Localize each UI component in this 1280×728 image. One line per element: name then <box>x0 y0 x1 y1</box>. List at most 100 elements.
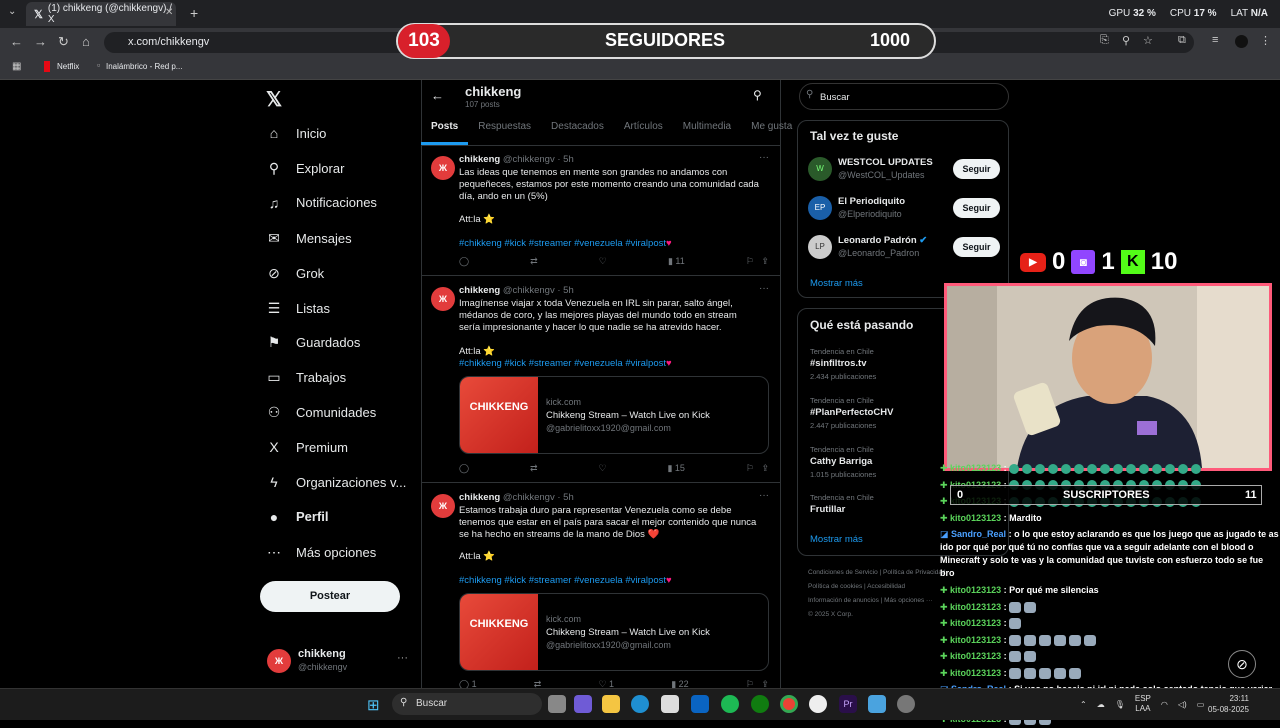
suggestion-avatar[interactable]: EP <box>808 196 832 220</box>
chat-username[interactable]: kito0123123 <box>950 635 1001 645</box>
tab-posts[interactable]: Posts <box>421 118 469 145</box>
chat-username[interactable]: kito0123123 <box>950 513 1001 523</box>
repost-icon[interactable]: ⇄ <box>530 256 538 267</box>
sidebar-item-people[interactable]: ⚇ Comunidades <box>266 404 377 421</box>
follow-button[interactable]: Seguir <box>953 237 1000 257</box>
footer-link[interactable]: Más opciones ··· <box>884 597 932 604</box>
trend-name[interactable]: #sinfiltros.tv <box>810 358 876 369</box>
settings-icon[interactable] <box>897 695 915 713</box>
file-explorer-icon[interactable] <box>602 695 620 713</box>
spotify-icon[interactable] <box>721 695 739 713</box>
mic-icon[interactable]: 🎙 <box>1115 700 1125 709</box>
post-button[interactable]: Postear <box>260 581 400 612</box>
chat-username[interactable]: kito0123123 <box>950 618 1001 628</box>
suggestion-name[interactable]: WESTCOL UPDATES <box>838 157 933 168</box>
photos-icon[interactable] <box>868 695 886 713</box>
volume-icon[interactable]: ◁) <box>1178 700 1187 709</box>
sidebar-item-x-premium[interactable]: X Premium <box>266 439 348 455</box>
account-menu-icon[interactable]: ··· <box>397 652 408 664</box>
store-icon[interactable] <box>661 695 679 713</box>
profile-avatar[interactable] <box>1235 35 1248 48</box>
browser-tab[interactable]: 𝕏 (1) chikkeng (@chikkengv) / X <box>26 2 176 26</box>
post-author[interactable]: chikkeng <box>459 154 500 165</box>
views-stat[interactable]: ▮ 11 <box>668 256 685 267</box>
post-hashtags[interactable]: #chikkeng #kick #streamer #venezuela #vi… <box>459 238 672 249</box>
post-more-icon[interactable]: ··· <box>759 490 769 501</box>
x-logo-icon[interactable]: 𝕏 <box>266 87 282 112</box>
taskbar-search-input[interactable]: Buscar <box>392 693 542 715</box>
edge-icon[interactable] <box>631 695 649 713</box>
post-avatar[interactable]: Ж <box>431 156 455 180</box>
tab-list-chevron-icon[interactable]: ⌄ <box>8 6 16 17</box>
sidebar-item-grok[interactable]: ⊘ Grok <box>266 265 324 282</box>
share-icon[interactable]: ⇪ <box>761 256 769 266</box>
suggestion-avatar[interactable]: W <box>808 157 832 181</box>
battery-icon[interactable]: ▭ <box>1197 700 1205 709</box>
post-author[interactable]: chikkeng <box>459 492 500 503</box>
sidebar-item-bell[interactable]: ♫ Notificaciones <box>266 195 377 211</box>
trend-item[interactable]: Tendencia en Chile #sinfiltros.tv 2.434 … <box>810 347 876 381</box>
post[interactable]: Ж chikkeng @chikkengv · 5h ··· Estamos t… <box>421 484 781 689</box>
suggestion-item[interactable]: EP El Periodiquito @Elperiodiquito Segui… <box>808 194 1000 224</box>
outlook-icon[interactable] <box>691 695 709 713</box>
sidebar-item-mail[interactable]: ✉ Mensajes <box>266 230 352 247</box>
windows-start-icon[interactable]: ⊞ <box>367 696 380 714</box>
home-browser-icon[interactable]: ⌂ <box>82 34 90 49</box>
account-name[interactable]: chikkeng <box>298 648 346 660</box>
forward-icon[interactable]: → <box>34 34 47 49</box>
hashtags-text[interactable]: #chikkeng #kick #streamer #venezuela #vi… <box>459 238 666 249</box>
like-icon[interactable]: ♡ <box>598 463 606 474</box>
post-avatar[interactable]: Ж <box>431 287 455 311</box>
onedrive-icon[interactable]: ☁ <box>1097 700 1105 709</box>
chat-username[interactable]: kito0123123 <box>950 651 1001 661</box>
apps-grid-icon[interactable]: ▦ <box>12 61 21 72</box>
sidebar-item-profile[interactable]: ● Perfil <box>266 509 329 525</box>
sidebar-item-list[interactable]: ☰ Listas <box>266 300 330 317</box>
post-author[interactable]: chikkeng <box>459 285 500 296</box>
trend-name[interactable]: #PlanPerfectoCHV <box>810 407 893 418</box>
chat-toggle-icon[interactable]: ⊘ <box>1228 650 1256 678</box>
like-icon[interactable]: ♡ <box>599 256 607 267</box>
xbox-icon[interactable] <box>751 695 769 713</box>
language-indicator[interactable]: ESP LAA <box>1135 694 1151 714</box>
sidebar-item-home[interactable]: ⌂ Inicio <box>266 125 327 141</box>
footer-link[interactable]: Política de Privacidad <box>883 569 946 576</box>
tab-multimedia[interactable]: Multimedia <box>673 118 741 145</box>
menu-dots-icon[interactable]: ⋮ <box>1260 34 1271 47</box>
tab-respuestas[interactable]: Respuestas <box>468 118 541 145</box>
bookmark-netflix[interactable]: Netflix <box>57 62 79 71</box>
post[interactable]: Ж chikkeng @chikkengv · 5h ··· Las ideas… <box>421 146 781 276</box>
copilot-icon[interactable] <box>574 695 592 713</box>
install-icon[interactable]: ⎘ <box>1100 34 1109 47</box>
chat-username[interactable]: kito0123123 <box>950 463 1001 473</box>
reading-list-icon[interactable]: ≡ <box>1212 34 1218 46</box>
hashtags-text[interactable]: #chikkeng #kick #streamer #venezuela #vi… <box>459 575 666 586</box>
post[interactable]: Ж chikkeng @chikkengv · 5h ··· Imagínens… <box>421 277 781 483</box>
post-more-icon[interactable]: ··· <box>759 152 769 163</box>
link-card[interactable]: CHIKKENG kick.com Chikkeng Stream – Watc… <box>459 593 769 671</box>
share-icon[interactable]: ⇪ <box>761 463 769 473</box>
sidebar-item-bookmark[interactable]: ⚑ Guardados <box>266 334 361 351</box>
extensions-icon[interactable]: ⧉ <box>1178 34 1186 47</box>
repost-icon[interactable]: ⇄ <box>530 463 538 474</box>
sidebar-item-bolt[interactable]: ϟ Organizaciones v... <box>266 474 406 490</box>
footer-link[interactable]: Accesibilidad <box>867 583 905 590</box>
sidebar-item-briefcase[interactable]: ▭ Trabajos <box>266 369 346 386</box>
suggestion-item[interactable]: LP Leonardo Padrón ✔ @Leonardo_Padron Se… <box>808 233 1000 263</box>
tab-destacados[interactable]: Destacados <box>541 118 614 145</box>
tab-articulos[interactable]: Artículos <box>614 118 673 145</box>
reply-icon[interactable]: ◯ <box>459 463 469 474</box>
post-avatar[interactable]: Ж <box>431 494 455 518</box>
chat-username[interactable]: Sandro_Real <box>951 529 1006 539</box>
chat-username[interactable]: kito0123123 <box>950 585 1001 595</box>
show-more-link[interactable]: Mostrar más <box>810 278 863 289</box>
bookmark-post-icon[interactable]: ⚐ <box>746 256 754 266</box>
hashtags-text[interactable]: #chikkeng #kick #streamer #venezuela #vi… <box>459 358 666 369</box>
suggestion-name[interactable]: Leonardo Padrón ✔ <box>838 235 927 246</box>
wifi-icon[interactable]: ◠ <box>1161 700 1168 709</box>
chat-username[interactable]: kito0123123 <box>950 668 1001 678</box>
reply-icon[interactable]: ◯ <box>459 256 469 267</box>
post-hashtags[interactable]: #chikkeng #kick #streamer #venezuela #vi… <box>459 575 672 586</box>
premiere-icon[interactable]: Pr <box>839 695 857 713</box>
trend-item[interactable]: Tendencia en Chile #PlanPerfectoCHV 2.44… <box>810 396 893 430</box>
